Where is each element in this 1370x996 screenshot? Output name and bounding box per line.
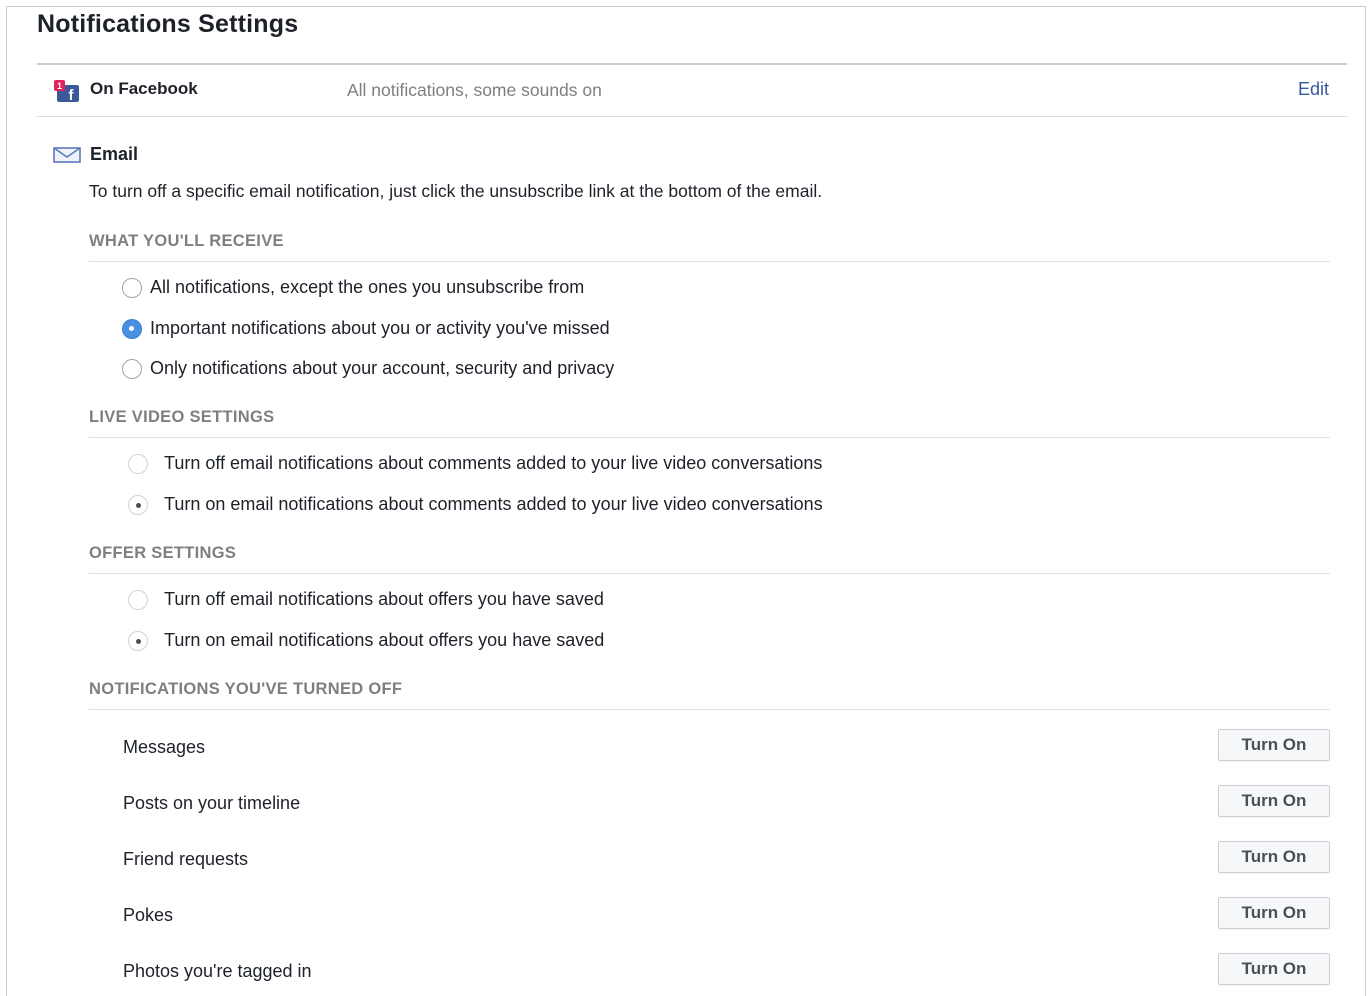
turned-off-row-friend-requests: Friend requests Turn On xyxy=(123,841,1330,881)
offer-option-on[interactable]: Turn on email notifications about offers… xyxy=(128,630,604,651)
option-label: All notifications, except the ones you u… xyxy=(150,277,585,297)
turned-off-heading: NOTIFICATIONS YOU'VE TURNED OFF xyxy=(89,680,403,698)
live-video-heading: LIVE VIDEO SETTINGS xyxy=(89,408,275,426)
envelope-icon xyxy=(53,147,81,163)
badge-count: 1 xyxy=(57,81,62,91)
option-label: Turn on email notifications about commen… xyxy=(164,494,823,514)
radio-selected[interactable] xyxy=(122,318,142,339)
turn-on-button[interactable]: Turn On xyxy=(1218,953,1330,985)
option-label: Turn on email notifications about offers… xyxy=(164,630,605,650)
radio-unselected[interactable] xyxy=(128,589,148,610)
section-divider xyxy=(89,573,1330,574)
option-label: Important notifications about you or act… xyxy=(150,318,610,338)
on-facebook-row: f 1 On Facebook All notifications, some … xyxy=(37,64,1347,117)
on-facebook-status: All notifications, some sounds on xyxy=(347,80,602,100)
option-label: Turn off email notifications about offer… xyxy=(164,589,604,609)
receive-heading: WHAT YOU'LL RECEIVE xyxy=(89,232,284,250)
receive-option-all[interactable]: All notifications, except the ones you u… xyxy=(122,277,584,298)
on-facebook-label: On Facebook xyxy=(90,79,198,98)
turn-on-button[interactable]: Turn On xyxy=(1218,841,1330,873)
turned-off-label: Friend requests xyxy=(123,849,249,869)
turned-off-label: Messages xyxy=(123,737,206,757)
turn-on-button[interactable]: Turn On xyxy=(1218,729,1330,761)
radio-unselected[interactable] xyxy=(122,358,142,379)
section-divider xyxy=(89,709,1330,710)
turn-on-button[interactable]: Turn On xyxy=(1218,897,1330,929)
radio-selected[interactable] xyxy=(128,630,148,651)
page-title: Notifications Settings xyxy=(37,10,299,38)
option-label: Only notifications about your account, s… xyxy=(150,358,615,378)
receive-option-important[interactable]: Important notifications about you or act… xyxy=(122,318,610,339)
radio-unselected[interactable] xyxy=(122,277,142,298)
turned-off-row-timeline: Posts on your timeline Turn On xyxy=(123,785,1330,825)
live-video-option-off[interactable]: Turn off email notifications about comme… xyxy=(128,453,822,474)
turned-off-label: Photos you're tagged in xyxy=(123,961,312,981)
receive-option-account-only[interactable]: Only notifications about your account, s… xyxy=(122,358,614,379)
option-label: Turn off email notifications about comme… xyxy=(164,453,823,473)
section-divider xyxy=(89,437,1330,438)
edit-link[interactable]: Edit xyxy=(1298,79,1329,100)
section-divider xyxy=(89,261,1330,262)
turned-off-row-photos-tagged: Photos you're tagged in Turn On xyxy=(123,953,1330,993)
facebook-icon: f 1 xyxy=(54,80,79,102)
radio-unselected[interactable] xyxy=(128,453,148,474)
live-video-option-on[interactable]: Turn on email notifications about commen… xyxy=(128,494,823,515)
email-label: Email xyxy=(90,144,139,164)
email-description: To turn off a specific email notificatio… xyxy=(89,181,823,201)
turned-off-label: Pokes xyxy=(123,905,174,925)
turned-off-label: Posts on your timeline xyxy=(123,793,301,813)
turn-on-button[interactable]: Turn On xyxy=(1218,785,1330,817)
turned-off-row-pokes: Pokes Turn On xyxy=(123,897,1330,937)
offer-option-off[interactable]: Turn off email notifications about offer… xyxy=(128,589,604,610)
offer-heading: OFFER SETTINGS xyxy=(89,544,237,562)
turned-off-row-messages: Messages Turn On xyxy=(123,729,1330,769)
radio-selected[interactable] xyxy=(128,494,148,515)
